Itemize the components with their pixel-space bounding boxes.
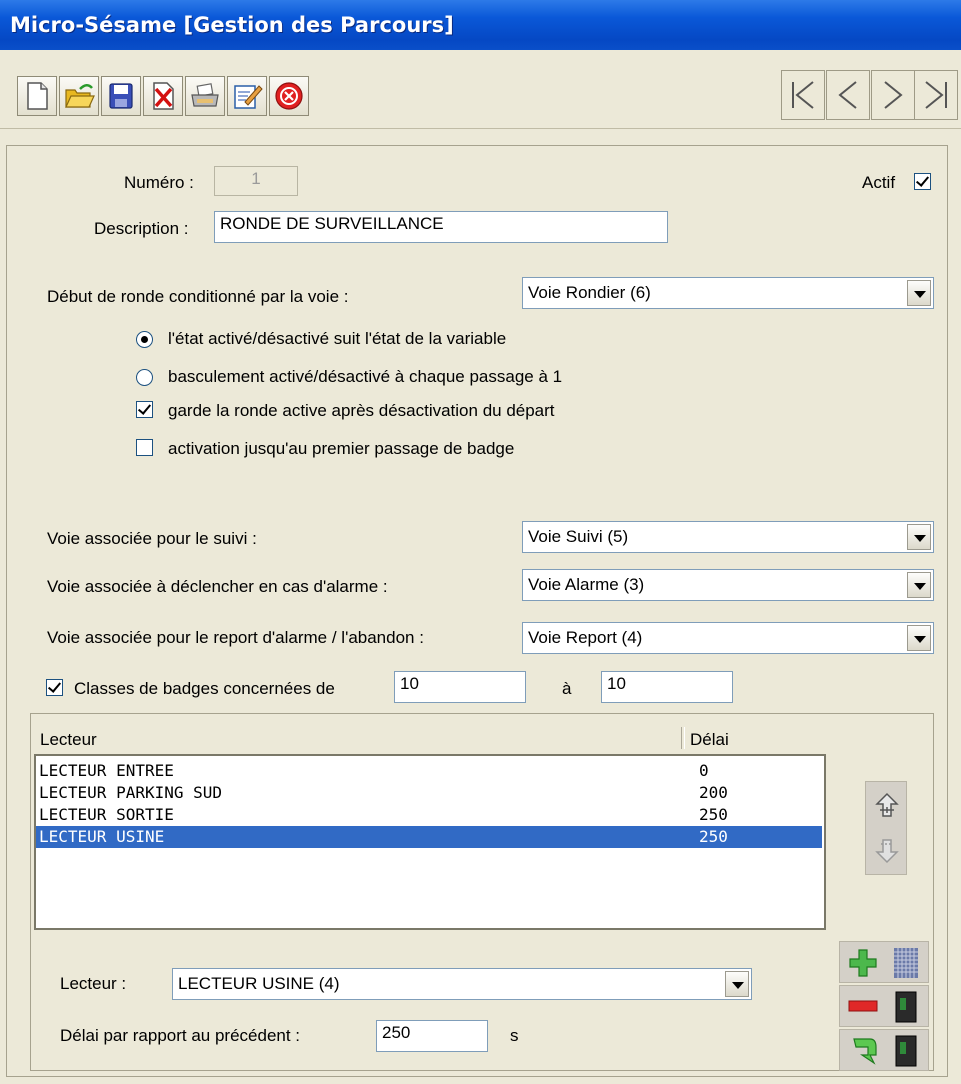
move-up-icon[interactable] bbox=[874, 792, 900, 822]
reader-delay: 0 bbox=[699, 761, 709, 780]
add-reader-button[interactable] bbox=[839, 941, 929, 983]
next-record-icon bbox=[884, 81, 903, 109]
open-folder-icon bbox=[65, 84, 95, 108]
suivi-voie-value: Voie Suivi (5) bbox=[528, 527, 629, 546]
list-item[interactable]: LECTEUR SORTIE 250 bbox=[36, 804, 822, 826]
list-item[interactable]: LECTEUR ENTREE 0 bbox=[36, 760, 822, 782]
print-icon bbox=[191, 83, 219, 107]
add-icon bbox=[849, 949, 877, 977]
list-item-selected[interactable]: LECTEUR USINE 250 bbox=[36, 826, 822, 848]
col-lecteur-header[interactable]: Lecteur bbox=[40, 730, 97, 750]
delai-unit: s bbox=[510, 1026, 519, 1045]
chevron-down-icon[interactable] bbox=[725, 971, 749, 997]
chevron-down-icon[interactable] bbox=[907, 625, 931, 651]
suivi-voie-select[interactable]: Voie Suivi (5) bbox=[522, 521, 934, 553]
description-label: Description : bbox=[94, 219, 189, 238]
chevron-down-icon[interactable] bbox=[907, 524, 931, 550]
replace-reader-button[interactable] bbox=[839, 1029, 929, 1071]
reader-name: LECTEUR PARKING SUD bbox=[39, 783, 223, 802]
radio-suit-etat[interactable] bbox=[136, 331, 153, 348]
edit-button[interactable] bbox=[227, 76, 267, 116]
classes-label: Classes de badges concernées de bbox=[74, 679, 335, 698]
delai-field[interactable]: 250 bbox=[376, 1020, 488, 1052]
numero-field[interactable]: 1 bbox=[214, 166, 298, 196]
reader-name: LECTEUR USINE bbox=[39, 827, 165, 846]
window-title: Micro-Sésame [Gestion des Parcours] bbox=[10, 13, 454, 37]
alarme-voie-value: Voie Alarme (3) bbox=[528, 575, 645, 594]
first-record-icon bbox=[792, 81, 814, 109]
close-button[interactable] bbox=[269, 76, 309, 116]
readers-list[interactable]: LECTEUR ENTREE 0 LECTEUR PARKING SUD 200… bbox=[34, 754, 826, 930]
first-record-button[interactable] bbox=[781, 70, 825, 120]
numero-label: Numéro : bbox=[124, 173, 194, 192]
report-label: Voie associée pour le report d'alarme / … bbox=[47, 628, 424, 647]
chevron-down-icon[interactable] bbox=[907, 572, 931, 598]
debut-voie-value: Voie Rondier (6) bbox=[528, 283, 651, 302]
last-record-button[interactable] bbox=[914, 70, 958, 120]
reader-device-icon bbox=[895, 991, 917, 1023]
col-delai-header[interactable]: Délai bbox=[690, 730, 729, 750]
delete-icon bbox=[153, 82, 174, 110]
open-button[interactable] bbox=[59, 76, 99, 116]
previous-record-button[interactable] bbox=[826, 70, 870, 120]
remove-reader-button[interactable] bbox=[839, 985, 929, 1027]
reader-delay: 200 bbox=[699, 783, 728, 802]
alarme-label: Voie associée à déclencher en cas d'alar… bbox=[47, 577, 388, 596]
alarme-voie-select[interactable]: Voie Alarme (3) bbox=[522, 569, 934, 601]
reader-name: LECTEUR ENTREE bbox=[39, 761, 174, 780]
reader-delay: 250 bbox=[699, 827, 728, 846]
lecteur-label: Lecteur : bbox=[60, 974, 127, 993]
lecteur-select[interactable]: LECTEUR USINE (4) bbox=[172, 968, 752, 1000]
list-header: Lecteur Délai bbox=[36, 725, 826, 753]
chevron-down-icon[interactable] bbox=[907, 280, 931, 306]
reader-delay: 250 bbox=[699, 805, 728, 824]
close-icon bbox=[275, 82, 303, 110]
last-record-icon bbox=[925, 81, 947, 109]
delai-label: Délai par rapport au précédent : bbox=[60, 1026, 301, 1045]
debut-voie-select[interactable]: Voie Rondier (6) bbox=[522, 277, 934, 309]
reader-grid-icon bbox=[894, 948, 918, 978]
save-button[interactable] bbox=[101, 76, 141, 116]
classes-to-label: à bbox=[562, 679, 572, 698]
garde-ronde-label: garde la ronde active après désactivatio… bbox=[168, 401, 555, 420]
new-document-button[interactable] bbox=[17, 76, 57, 116]
radio-basculement-label: basculement activé/désactivé à chaque pa… bbox=[168, 367, 563, 386]
report-voie-value: Voie Report (4) bbox=[528, 628, 643, 647]
move-down-icon[interactable] bbox=[874, 834, 900, 864]
radio-suit-etat-label: l'état activé/désactivé suit l'état de l… bbox=[168, 329, 507, 348]
edit-icon bbox=[234, 85, 263, 109]
save-disk-icon bbox=[109, 83, 133, 109]
classes-to-field[interactable]: 10 bbox=[601, 671, 733, 703]
reader-device-icon bbox=[895, 1035, 917, 1067]
new-document-icon bbox=[27, 82, 48, 110]
garde-ronde-checkbox[interactable] bbox=[136, 401, 153, 418]
classes-checkbox[interactable] bbox=[46, 679, 63, 696]
activation-badge-label: activation jusqu'au premier passage de b… bbox=[168, 439, 515, 458]
lecteur-value: LECTEUR USINE (4) bbox=[178, 974, 340, 993]
print-button[interactable] bbox=[185, 76, 225, 116]
debut-label: Début de ronde conditionné par la voie : bbox=[47, 287, 349, 306]
report-voie-select[interactable]: Voie Report (4) bbox=[522, 622, 934, 654]
reader-name: LECTEUR SORTIE bbox=[39, 805, 174, 824]
delete-button[interactable] bbox=[143, 76, 183, 116]
classes-from-field[interactable]: 10 bbox=[394, 671, 526, 703]
radio-basculement[interactable] bbox=[136, 369, 153, 386]
actif-label: Actif bbox=[862, 173, 896, 192]
title-bar: Micro-Sésame [Gestion des Parcours] bbox=[0, 0, 961, 50]
suivi-label: Voie associée pour le suivi : bbox=[47, 529, 257, 548]
actif-checkbox[interactable] bbox=[914, 173, 931, 190]
replace-arrow-icon bbox=[853, 1038, 877, 1065]
list-item[interactable]: LECTEUR PARKING SUD 200 bbox=[36, 782, 822, 804]
remove-icon bbox=[848, 1000, 878, 1012]
header-divider[interactable] bbox=[681, 727, 685, 749]
previous-record-icon bbox=[838, 81, 857, 109]
reorder-buttons bbox=[865, 781, 907, 875]
description-field[interactable]: RONDE DE SURVEILLANCE bbox=[214, 211, 668, 243]
activation-badge-checkbox[interactable] bbox=[136, 439, 153, 456]
next-record-button[interactable] bbox=[871, 70, 915, 120]
